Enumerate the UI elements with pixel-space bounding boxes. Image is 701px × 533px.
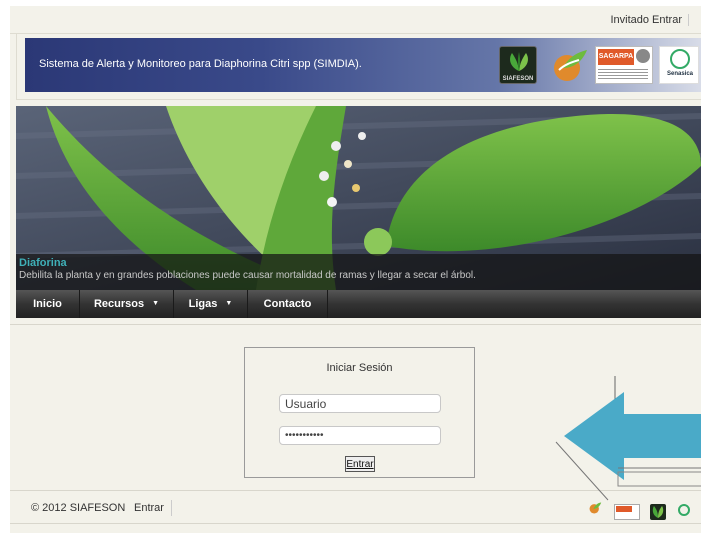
- main-nav: Inicio Recursos ▼ Ligas ▼ Contacto: [16, 290, 701, 318]
- senasica-logo-icon: [676, 504, 692, 520]
- sagarpa-red: [616, 506, 632, 512]
- senasica-text: Senasica: [666, 71, 694, 77]
- user-status[interactable]: Invitado Entrar: [610, 14, 689, 27]
- footer-login-link[interactable]: Entrar: [134, 502, 164, 514]
- senasica-circle: [670, 49, 690, 69]
- login-form: Iniciar Sesión Entrar: [244, 347, 475, 478]
- nav-item-label: Contacto: [263, 298, 312, 310]
- hero-text: Debilita la planta y en grandes poblacio…: [19, 270, 476, 281]
- caret-down-icon: ▼: [225, 300, 233, 308]
- divider: [10, 324, 701, 325]
- top-bar: Invitado Entrar: [10, 6, 701, 34]
- copyright: © 2012 SIAFESON: [31, 502, 126, 514]
- login-title: Iniciar Sesión: [326, 362, 393, 374]
- nav-item-recursos[interactable]: Recursos ▼: [80, 290, 174, 318]
- caret-down-icon: ▼: [152, 300, 160, 308]
- site-title: Sistema de Alerta y Monitoreo para Diaph…: [39, 58, 362, 70]
- password-input[interactable]: [279, 426, 441, 445]
- separator: [688, 14, 689, 27]
- left-arrow-icon: [555, 376, 701, 501]
- nav-item-label: Ligas: [188, 298, 218, 310]
- username-input[interactable]: [279, 394, 441, 413]
- header: Sistema de Alerta y Monitoreo para Diaph…: [16, 34, 701, 100]
- seal-icon: [636, 49, 650, 63]
- hero-image: Diaforina Debilita la planta y en grande…: [16, 106, 701, 290]
- user-status-text[interactable]: Invitado Entrar: [610, 14, 682, 26]
- nav-item-contacto[interactable]: Contacto: [248, 290, 328, 318]
- senasica-logo-icon: Senasica: [659, 46, 699, 84]
- login-button[interactable]: Entrar: [345, 456, 375, 472]
- nav-item-label: Recursos: [93, 298, 145, 310]
- sagarpa-logo-icon: SAGARPA: [595, 46, 653, 84]
- hero-title: Diaforina: [19, 257, 67, 269]
- sagarpa-lines: [598, 69, 648, 81]
- nav-item-label: Inicio: [33, 298, 62, 310]
- siafeson-logo-icon: SIAFESON: [499, 46, 537, 84]
- page: Invitado Entrar Sistema de Alerta y Moni…: [10, 6, 701, 533]
- siafeson-logo-text: SIAFESON: [502, 76, 534, 82]
- fruit-logo-icon: [549, 46, 589, 84]
- sagarpa-logo-icon: [614, 504, 640, 520]
- hero-caption: Diaforina Debilita la planta y en grande…: [16, 254, 701, 290]
- nav-item-ligas[interactable]: Ligas ▼: [174, 290, 248, 318]
- siafeson-logo-icon: [650, 504, 666, 520]
- sagarpa-label: SAGARPA: [598, 49, 634, 65]
- nav-item-inicio[interactable]: Inicio: [16, 290, 80, 318]
- separator: [171, 500, 172, 516]
- site-banner: Sistema de Alerta y Monitoreo para Diaph…: [25, 38, 701, 92]
